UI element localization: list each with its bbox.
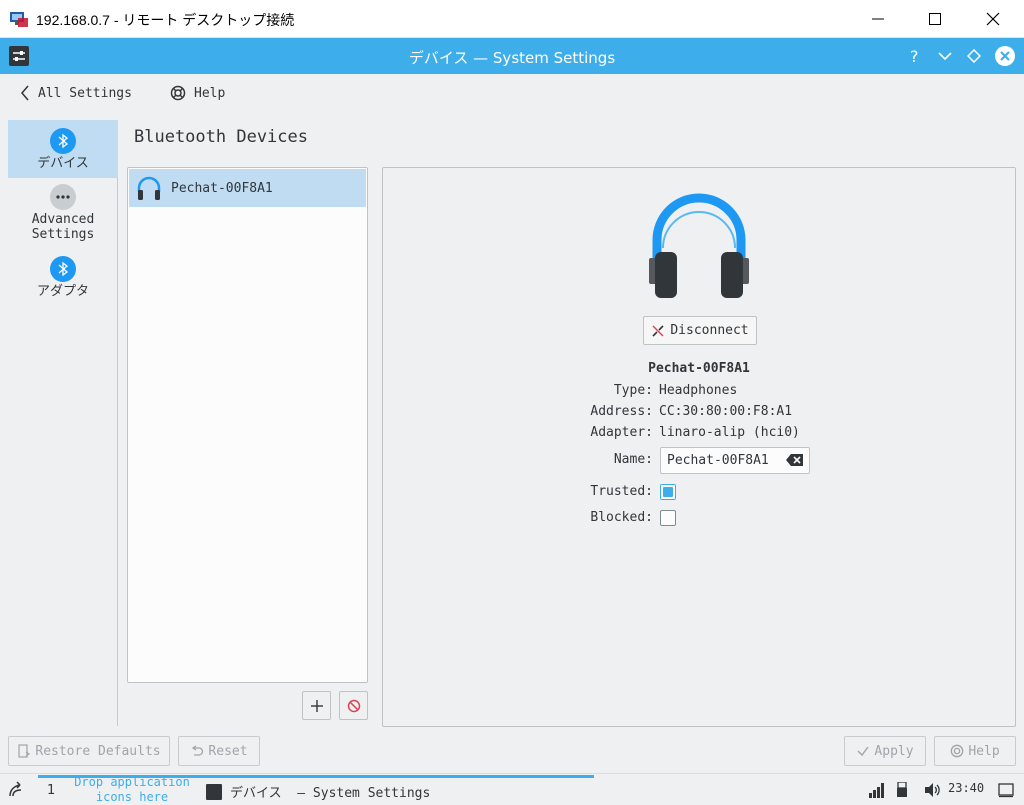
address-value: CC:30:80:00:F8:A1: [659, 404, 793, 419]
device-name-heading: Pechat-00F8A1: [648, 361, 750, 376]
drop-hint-line: icons here: [95, 790, 169, 804]
disconnect-label: Disconnect: [670, 323, 749, 338]
category-advanced-settings[interactable]: Advanced Settings: [8, 184, 118, 246]
headphones-icon: [649, 193, 749, 298]
maximize-diamond-button[interactable]: [964, 46, 984, 66]
task-label: デバイス — System Settings: [230, 786, 431, 801]
more-icon: [50, 184, 76, 210]
device-list-item[interactable]: Pechat-00F8A1: [129, 169, 366, 207]
task-system-settings[interactable]: デバイス — System Settings: [206, 782, 430, 801]
add-device-button[interactable]: [302, 691, 331, 720]
all-settings-button[interactable]: All Settings: [20, 85, 132, 101]
blocked-label: Blocked:: [590, 510, 653, 525]
check-icon: [857, 746, 869, 757]
taskbar: 1 Drop application icons here デバイス — Sys…: [0, 773, 1024, 805]
window-title: 192.168.0.7 - リモート デスクトップ接続: [36, 12, 295, 28]
help-dialog-button[interactable]: Help: [934, 736, 1016, 766]
help-dialog-label: Help: [968, 743, 1000, 759]
trusted-label: Trusted:: [590, 484, 653, 499]
reset-button[interactable]: Reset: [178, 736, 260, 766]
all-settings-label: All Settings: [38, 85, 132, 101]
page-title: Bluetooth Devices: [134, 127, 308, 147]
application-launcher-icon[interactable]: [6, 780, 26, 800]
show-desktop-icon[interactable]: [998, 782, 1014, 798]
category-label: アダプタ: [36, 284, 89, 299]
svg-text:?: ?: [910, 48, 919, 64]
remote-desktop-icon: [9, 9, 29, 29]
disconnect-button[interactable]: Disconnect: [643, 316, 757, 345]
category-adapters[interactable]: アダプタ: [8, 256, 118, 306]
help-button[interactable]: Help: [170, 85, 225, 101]
toolbar: All Settings Help: [0, 74, 1024, 114]
restore-defaults-button[interactable]: Restore Defaults: [8, 736, 170, 766]
apply-label: Apply: [874, 743, 914, 759]
lifebuoy-icon: [170, 85, 186, 101]
category-label: Advanced Settings: [31, 212, 95, 242]
category-devices[interactable]: デバイス: [8, 120, 118, 178]
kde-titlebar: デバイス — System Settings ?: [0, 38, 1024, 74]
system-settings-icon: [206, 783, 222, 800]
device-detail-panel: Disconnect Pechat-00F8A1 Type: Headphone…: [382, 167, 1016, 727]
restore-defaults-label: Restore Defaults: [35, 743, 161, 759]
type-label: Type:: [613, 383, 653, 398]
usb-device-icon[interactable]: [896, 782, 908, 798]
kde-window-title: デバイス — System Settings: [408, 49, 616, 67]
device-list: Pechat-00F8A1: [127, 167, 368, 683]
maximize-button[interactable]: [906, 0, 964, 38]
clock[interactable]: 23:40: [948, 781, 984, 795]
name-label: Name:: [613, 452, 653, 467]
volume-icon[interactable]: [924, 782, 942, 798]
lifebuoy-icon: [951, 744, 964, 758]
context-help-button[interactable]: ?: [905, 46, 925, 66]
minimize-chevron-button[interactable]: [935, 46, 955, 66]
remove-device-button[interactable]: [339, 691, 368, 720]
remove-icon: [347, 699, 360, 712]
blocked-checkbox[interactable]: [660, 510, 676, 526]
reset-label: Reset: [208, 743, 248, 759]
quicklaunch-drop-hint: Drop application icons here: [66, 775, 198, 805]
close-button[interactable]: [964, 0, 1022, 38]
trusted-checkbox[interactable]: [660, 484, 676, 500]
category-label: デバイス: [37, 156, 89, 171]
type-value: Headphones: [659, 383, 738, 398]
address-label: Address:: [590, 404, 653, 419]
adapter-value: linaro-alip (hci0): [659, 425, 800, 440]
disconnect-icon: [652, 324, 664, 337]
kde-close-button[interactable]: [994, 45, 1016, 67]
device-list-item-label: Pechat-00F8A1: [171, 180, 273, 196]
help-label: Help: [194, 85, 226, 101]
network-icon[interactable]: [868, 782, 886, 798]
headphones-icon: [137, 176, 161, 200]
document-revert-icon: [18, 744, 31, 758]
chevron-left-icon: [21, 85, 29, 101]
bluetooth-icon: [50, 128, 76, 154]
bluetooth-icon: [50, 256, 76, 282]
plus-icon: [310, 699, 323, 712]
adapter-label: Adapter:: [590, 425, 653, 440]
apply-button[interactable]: Apply: [844, 736, 926, 766]
category-sidebar: デバイス Advanced Settings アダプタ: [8, 120, 118, 726]
clear-text-icon[interactable]: [786, 453, 804, 467]
minimize-button[interactable]: [849, 0, 907, 38]
undo-icon: [192, 745, 204, 756]
virtual-desktop-number[interactable]: 1: [47, 783, 55, 798]
rdp-titlebar: 192.168.0.7 - リモート デスクトップ接続: [0, 0, 1024, 38]
drop-hint-line: Drop application: [74, 775, 190, 789]
